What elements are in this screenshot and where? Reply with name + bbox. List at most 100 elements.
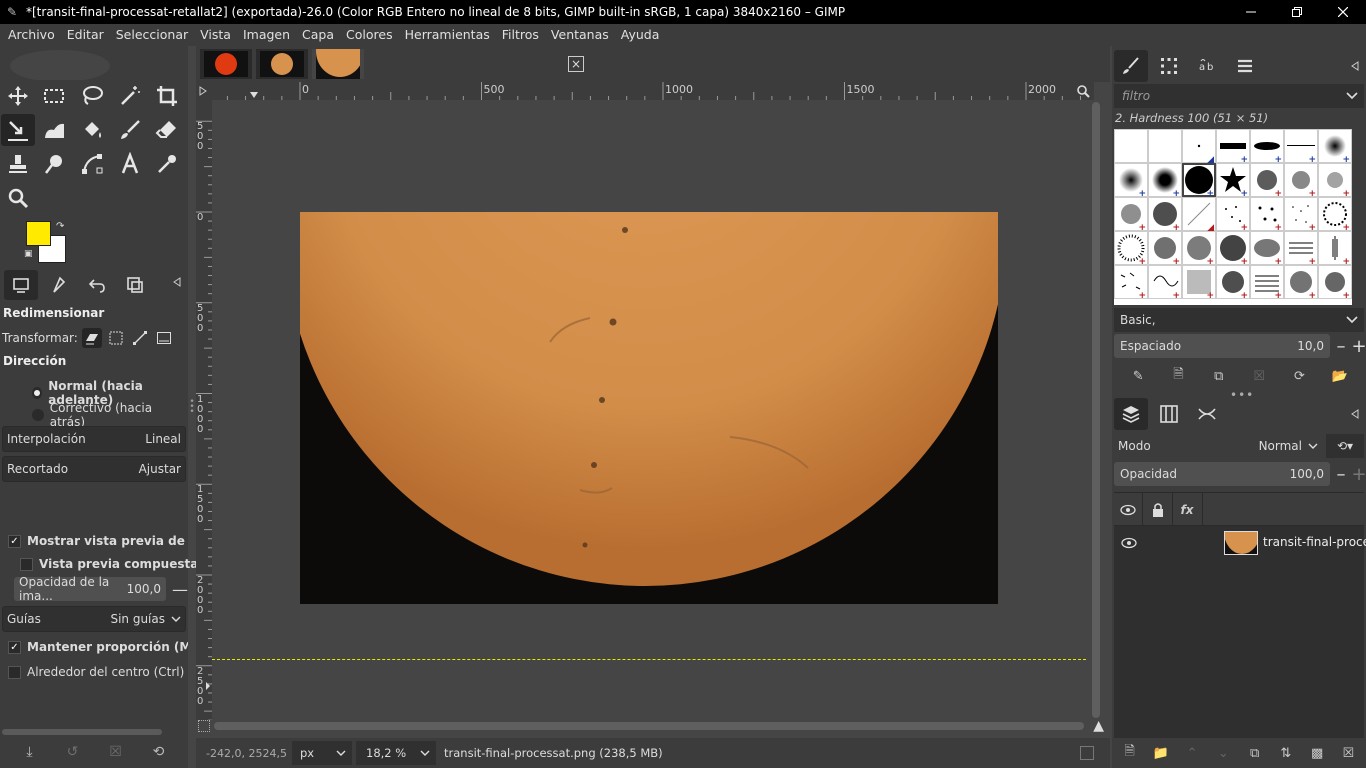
image-tab-3[interactable] xyxy=(312,49,364,79)
duplicate-layer-icon[interactable]: ⧉ xyxy=(1245,743,1265,763)
paths-tool[interactable] xyxy=(75,148,109,180)
ruler-corner[interactable] xyxy=(196,82,212,100)
refresh-brushes-icon[interactable]: ⟳ xyxy=(1289,366,1309,386)
transform-selection-button[interactable] xyxy=(106,328,126,348)
opacity-increase-icon[interactable]: + xyxy=(1350,462,1366,486)
brush-item[interactable]: + xyxy=(1114,163,1148,199)
opacity-decrease-icon[interactable]: – xyxy=(1332,462,1350,486)
vertical-ruler[interactable]: 5 0 0 0 5 0 0 1 0 0 0 1 5 0 0 2 0 0 0 2 5 0 0 xyxy=(196,100,212,720)
brush-item[interactable]: + xyxy=(1318,163,1352,199)
tab-device-status[interactable] xyxy=(42,270,76,300)
menu-colores[interactable]: Colores xyxy=(340,24,399,46)
brush-item[interactable]: + xyxy=(1114,265,1148,301)
delete-brush-icon[interactable]: ☒ xyxy=(1249,366,1269,386)
image-opacity-slider[interactable]: Opacidad de la ima... 100,0 xyxy=(14,575,166,603)
edit-brush-icon[interactable]: ✎ xyxy=(1128,366,1148,386)
brush-tag-select[interactable]: Basic, xyxy=(1114,308,1364,332)
dock-menu-icon[interactable] xyxy=(172,276,182,290)
canvas-guide-line[interactable] xyxy=(212,659,1086,660)
brush-item[interactable]: + xyxy=(1114,231,1148,267)
tab-images[interactable] xyxy=(118,270,152,300)
brush-item[interactable] xyxy=(1148,129,1182,163)
sun-image[interactable] xyxy=(300,212,998,604)
transform-image-button[interactable] xyxy=(154,328,174,348)
delete-options-icon[interactable]: ☒ xyxy=(106,742,126,762)
horizontal-scrollbar[interactable] xyxy=(214,722,1084,730)
brush-item[interactable]: + xyxy=(1114,197,1148,233)
brush-item[interactable]: ◢ xyxy=(1182,197,1216,233)
reset-options-icon[interactable]: ⟲ xyxy=(149,742,169,762)
menu-capa[interactable]: Capa xyxy=(296,24,340,46)
open-brush-icon[interactable]: 📂 xyxy=(1330,366,1350,386)
vertical-scrollbar[interactable] xyxy=(1092,102,1100,718)
bucket-fill-tool[interactable] xyxy=(75,114,109,146)
raise-layer-icon[interactable]: ⌃ xyxy=(1182,743,1202,763)
quick-mask-icon[interactable] xyxy=(198,720,210,732)
horizontal-ruler[interactable]: -50005001000150020002500300035004000 xyxy=(212,82,1094,100)
brush-item[interactable]: + xyxy=(1148,265,1182,301)
brush-item[interactable]: + xyxy=(1216,163,1250,199)
tab-fonts[interactable]: ab xyxy=(1190,50,1224,82)
menu-seleccionar[interactable]: Seleccionar xyxy=(110,24,194,46)
lasso-tool[interactable] xyxy=(75,80,109,112)
layer-opacity-slider[interactable]: Opacidad 100,0 xyxy=(1114,462,1330,486)
layer-mode-select[interactable]: Modo Normal xyxy=(1112,434,1324,458)
brush-item[interactable]: + xyxy=(1250,231,1284,267)
eraser-tool[interactable] xyxy=(150,114,184,146)
rect-select-tool[interactable] xyxy=(37,80,71,112)
keep-aspect-checkbox[interactable]: ✓ Mantener proporción (Mayús xyxy=(8,640,188,654)
smudge-tool[interactable] xyxy=(37,148,71,180)
menu-editar[interactable]: Editar xyxy=(61,24,110,46)
lower-layer-icon[interactable]: ⌄ xyxy=(1213,743,1233,763)
clipping-combo[interactable]: Recortado Ajustar xyxy=(2,456,186,482)
effects-column-icon[interactable]: fx xyxy=(1178,501,1196,519)
brush-item[interactable]: + xyxy=(1216,265,1250,301)
scale-tool[interactable] xyxy=(1,114,35,146)
image-navigation-icon[interactable] xyxy=(1080,746,1094,760)
brush-item[interactable]: + xyxy=(1250,197,1284,233)
zoom-tool[interactable] xyxy=(1,182,35,214)
brush-item[interactable]: + xyxy=(1250,163,1284,199)
show-preview-checkbox[interactable]: ✓ Mostrar vista previa de la ima xyxy=(8,534,188,548)
menu-archivo[interactable]: Archivo xyxy=(2,24,61,46)
image-tab-2[interactable] xyxy=(256,49,308,79)
transform-layer-button[interactable] xyxy=(81,328,102,348)
restore-options-icon[interactable]: ↺ xyxy=(63,742,83,762)
brush-item[interactable]: + xyxy=(1182,265,1216,301)
layer-mode-reset-button[interactable]: ⟲▾ xyxy=(1326,434,1364,458)
transform-path-button[interactable] xyxy=(130,328,150,348)
minus-icon[interactable]: — xyxy=(172,580,188,599)
brush-item[interactable]: + xyxy=(1216,197,1250,233)
menu-ventanas[interactable]: Ventanas xyxy=(545,24,615,46)
new-brush-icon[interactable]: 🗎 xyxy=(1168,366,1188,386)
image-tab-1[interactable] xyxy=(200,49,252,79)
brush-item[interactable]: ◢ xyxy=(1182,129,1216,165)
close-button[interactable] xyxy=(1320,0,1366,24)
brush-item[interactable]: + xyxy=(1148,163,1182,199)
visibility-column-icon[interactable] xyxy=(1119,501,1137,519)
tab-brushes[interactable] xyxy=(1114,50,1148,82)
guides-combo[interactable]: Guías Sin guías xyxy=(2,606,186,632)
zoom-icon[interactable] xyxy=(1076,84,1090,98)
brush-item[interactable]: + xyxy=(1182,231,1216,267)
color-picker-tool[interactable] xyxy=(150,148,184,180)
tab-layers[interactable] xyxy=(1114,398,1148,430)
tab-patterns[interactable] xyxy=(1152,50,1186,82)
brush-item[interactable]: + xyxy=(1284,197,1318,233)
restore-button[interactable] xyxy=(1274,0,1320,24)
layer-mask-icon[interactable]: ▩ xyxy=(1307,743,1327,763)
merge-layer-icon[interactable]: ⇅ xyxy=(1276,743,1296,763)
move-tool[interactable] xyxy=(1,80,35,112)
crop-tool[interactable] xyxy=(150,80,184,112)
around-center-checkbox[interactable]: Alrededor del centro (Ctrl) xyxy=(8,665,184,679)
reset-colors-icon[interactable]: ▣ xyxy=(24,249,33,259)
tab-undo-history[interactable] xyxy=(80,270,114,300)
layer-visibility-icon[interactable] xyxy=(1120,534,1138,552)
clone-tool[interactable] xyxy=(1,148,35,180)
zoom-select[interactable]: 18,2 % xyxy=(356,741,436,765)
tab-tool-options[interactable] xyxy=(4,270,38,300)
navigate-icon[interactable]: ▲ xyxy=(1093,718,1104,734)
brush-item[interactable]: + xyxy=(1148,231,1182,267)
dock-menu-icon[interactable] xyxy=(1350,408,1360,422)
interpolation-combo[interactable]: Interpolación Lineal xyxy=(2,426,186,452)
